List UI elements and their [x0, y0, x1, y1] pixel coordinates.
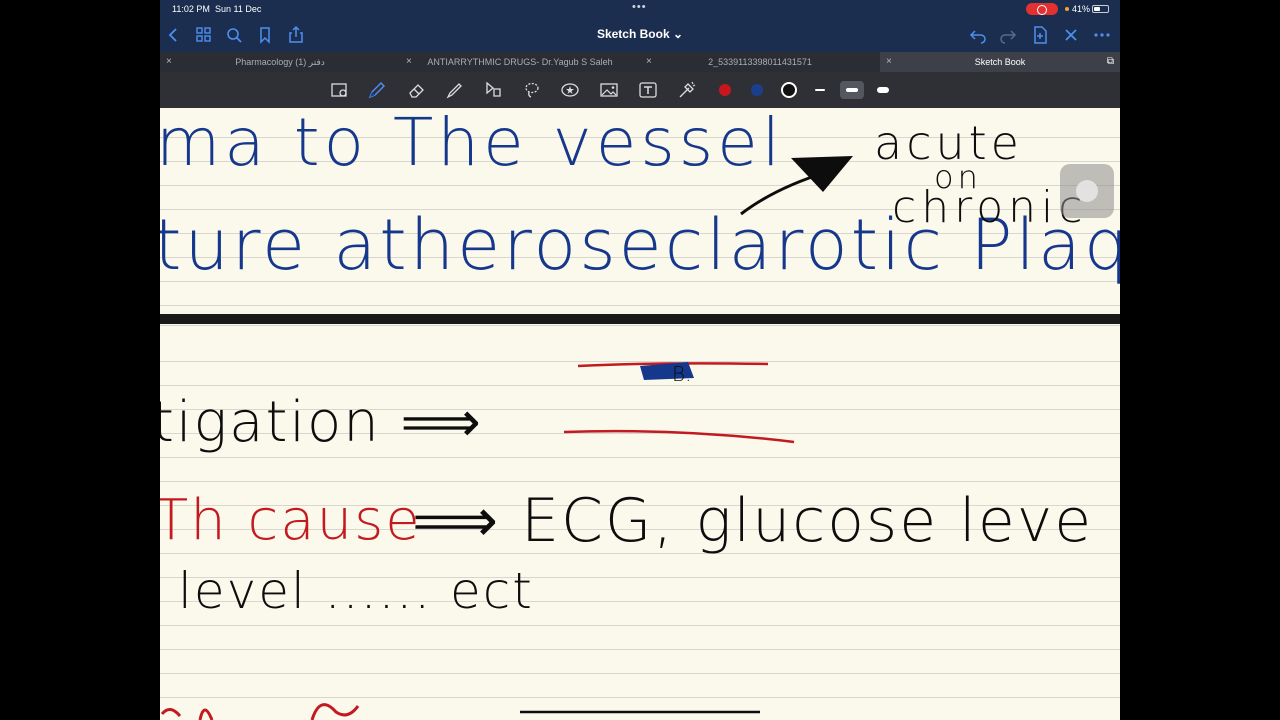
more-options-icon[interactable] — [1092, 25, 1112, 45]
eraser-icon[interactable] — [407, 80, 427, 100]
status-time: 11:02 PM — [172, 4, 210, 14]
drawing-toolbar — [160, 72, 1120, 108]
undo-icon[interactable] — [968, 25, 988, 45]
battery-icon — [1092, 5, 1109, 13]
note-page-1[interactable]: ma to The vessel ture atheroseclarotic P… — [160, 108, 1120, 314]
close-icon[interactable] — [1061, 25, 1081, 45]
handwriting-line: level ...... ect — [178, 562, 534, 620]
arrow-annotation — [740, 156, 853, 216]
shapes-icon[interactable] — [483, 80, 503, 100]
note-page-2[interactable]: B. tigation ⟹ Th cause ⟹ ECG, glucose le… — [160, 324, 1120, 720]
image-icon[interactable] — [599, 80, 619, 100]
lasso-icon[interactable] — [522, 80, 542, 100]
floating-assistive-button[interactable] — [1060, 164, 1114, 218]
status-date: Sun 11 Dec — [215, 4, 262, 14]
color-blue-swatch[interactable] — [751, 84, 763, 96]
stroke-medium-option[interactable] — [846, 88, 858, 92]
sticker-icon[interactable] — [560, 80, 580, 100]
pen-tool-icon[interactable] — [367, 80, 387, 100]
color-red-swatch[interactable] — [719, 84, 731, 96]
text-box-icon[interactable] — [638, 80, 658, 100]
status-bar: 11:02 PM Sun 11 Dec ••• 41% — [160, 0, 1120, 18]
scan-text-icon[interactable] — [330, 80, 350, 100]
side-note: chronic — [892, 182, 1088, 233]
document-tabs: × Pharmacology (1) دفتر × ANTIARRYTHMIC … — [160, 52, 1120, 72]
handwriting-line: tigation ⟹ — [160, 390, 483, 455]
multitask-dots-icon[interactable]: ••• — [632, 1, 647, 13]
handwriting-mark: B. — [672, 362, 692, 386]
tab-document-2[interactable]: × 2_5339113398011431571 — [640, 52, 880, 72]
handwriting-line: ma to The vessel — [160, 108, 785, 181]
stroke-thin-option[interactable] — [815, 89, 825, 91]
tab-sidebar-icon[interactable]: ⧉ — [1107, 52, 1114, 72]
tab-sketch-book[interactable]: × Sketch Book ⧉ — [880, 52, 1120, 72]
highlighter-icon[interactable] — [445, 80, 465, 100]
tab-antiarrythmic-drugs[interactable]: × ANTIARRYTHMIC DRUGS- Dr.Yagub S Saleh — [400, 52, 640, 72]
handwriting-line-red: Th cause — [160, 488, 422, 553]
handwriting-line: ⟹ ECG, glucose leve — [412, 486, 1094, 556]
laser-pointer-icon[interactable] — [677, 80, 697, 100]
page-gap — [160, 314, 1120, 324]
mic-indicator-icon — [1065, 7, 1069, 11]
partial-handwriting — [160, 703, 760, 720]
stroke-thick-option[interactable] — [877, 87, 889, 93]
add-page-icon[interactable] — [1030, 25, 1050, 45]
screen-recording-icon[interactable] — [1026, 3, 1058, 15]
nav-bar: Sketch Book ⌄ — [160, 18, 1120, 52]
tab-pharmacology[interactable]: × Pharmacology (1) دفتر — [160, 52, 400, 72]
screen: 11:02 PM Sun 11 Dec ••• 41% Sketch Book … — [160, 0, 1120, 720]
color-black-swatch[interactable] — [781, 82, 797, 98]
redo-icon[interactable] — [998, 25, 1018, 45]
battery-percent: 41% — [1072, 4, 1091, 14]
